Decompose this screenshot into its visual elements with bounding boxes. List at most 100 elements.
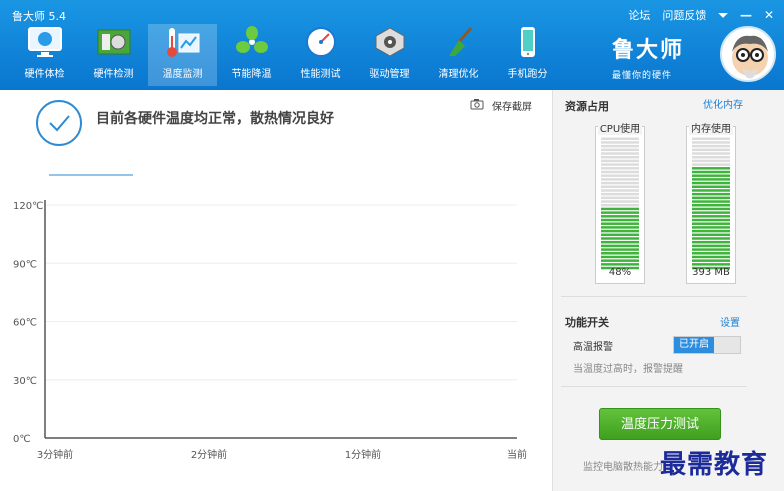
memory-bar-graph	[692, 137, 730, 270]
alarm-description: 当温度过高时，报警提醒	[573, 364, 683, 375]
meter-segment	[601, 218, 639, 222]
cpu-bar-graph	[601, 137, 639, 270]
tab-performance[interactable]: 性能测试	[286, 24, 355, 86]
tab-label: 驱动管理	[369, 69, 410, 80]
memory-meter: 内存使用	[686, 124, 736, 284]
feedback-link[interactable]: 问题反馈	[662, 7, 706, 23]
temperature-chart: 0℃ 30℃ 60℃ 90℃ 120℃ 3分钟前 2分钟前 1分钟前 当前	[13, 174, 527, 461]
meter-segment	[601, 240, 639, 244]
save-screenshot-button[interactable]: 保存截屏	[470, 98, 532, 113]
monitor-icon	[26, 25, 64, 59]
memory-value: 393 MB	[692, 267, 730, 278]
meter-segment	[692, 148, 730, 152]
meter-segment	[692, 218, 730, 222]
tab-driver[interactable]: 驱动管理	[355, 24, 424, 86]
meter-segment	[601, 152, 639, 155]
x-tick-label: 3分钟前	[37, 448, 73, 461]
tab-label: 性能测试	[300, 69, 341, 80]
title-bar: 鲁大师 5.4 论坛 问题反馈 ⏷ — ✕ 硬件体检 硬件检测 温度监测 节能降…	[0, 0, 784, 90]
meter-segment	[601, 174, 639, 177]
gauge-icon	[302, 25, 340, 59]
meter-segment	[692, 255, 730, 259]
meter-segment	[601, 229, 639, 233]
tab-temperature[interactable]: 温度监测	[148, 24, 217, 86]
y-tick-label: 30℃	[13, 376, 37, 387]
meter-segment	[692, 137, 730, 140]
meter-segment	[692, 167, 730, 170]
tab-energy-saving[interactable]: 节能降温	[217, 24, 286, 86]
meter-segment	[601, 207, 639, 211]
x-tick-label: 2分钟前	[191, 448, 227, 461]
settings-link[interactable]: 设置	[720, 314, 740, 329]
meter-segment	[692, 222, 730, 225]
camera-icon	[470, 98, 484, 113]
tab-clean[interactable]: 清理优化	[424, 24, 493, 86]
brand: 鲁大师 最懂你的硬件	[612, 32, 684, 81]
stress-test-button[interactable]: 温度压力测试	[599, 408, 721, 440]
meter-segment	[601, 244, 639, 248]
side-panel: 资源占用 优化内存 CPU使用 48% 内存使用 393 MB 功能开关 设置 …	[552, 90, 784, 491]
meter-segment	[601, 163, 639, 166]
meter-segment	[601, 178, 639, 181]
meter-segment	[601, 226, 639, 229]
tab-label: 硬件检测	[93, 69, 134, 80]
meter-segment	[601, 170, 639, 174]
meter-segment	[692, 259, 730, 262]
broom-icon	[440, 25, 478, 59]
meter-segment	[692, 207, 730, 211]
x-tick-label: 1分钟前	[345, 448, 381, 461]
meter-segment	[601, 259, 639, 262]
tab-label: 手机跑分	[507, 69, 548, 80]
features-title: 功能开关	[565, 316, 609, 329]
mascot-avatar[interactable]	[720, 26, 776, 82]
fan-icon	[233, 25, 271, 59]
divider	[561, 386, 747, 387]
forum-link[interactable]: 论坛	[628, 7, 650, 23]
meter-segment	[692, 237, 730, 240]
meter-segment	[692, 196, 730, 200]
cpu-meter: CPU使用	[595, 124, 645, 284]
meter-segment	[692, 170, 730, 174]
meter-segment	[692, 141, 730, 144]
save-screenshot-label: 保存截屏	[492, 102, 532, 113]
meter-segment	[692, 204, 730, 207]
temperature-panel: 目前各硬件温度均正常，散热情况良好 保存截屏 0℃ 30℃ 60℃ 90℃ 120℃ 3分…	[0, 90, 552, 491]
meter-segment	[692, 155, 730, 159]
alarm-toggle[interactable]: 已开启	[673, 336, 741, 354]
meter-segment	[692, 189, 730, 192]
tab-hardware-detect[interactable]: 硬件检测	[79, 24, 148, 86]
menu-icon[interactable]: ⏷	[718, 8, 728, 23]
meter-segment	[601, 192, 639, 196]
meter-segment	[601, 181, 639, 185]
watermark-text: 最需教育	[660, 450, 769, 480]
status-message: 目前各硬件温度均正常，散热情况良好	[96, 111, 334, 127]
y-tick-label: 90℃	[13, 259, 37, 270]
tab-hardware-checkup[interactable]: 硬件体检	[10, 24, 79, 86]
meter-segment	[601, 148, 639, 152]
minimize-icon[interactable]: —	[740, 8, 752, 22]
optimize-memory-link[interactable]: 优化内存	[703, 96, 743, 111]
phone-icon	[509, 25, 547, 59]
brand-name: 鲁大师	[612, 38, 685, 63]
meter-segment	[692, 200, 730, 203]
meter-segment	[601, 263, 639, 266]
close-icon[interactable]: ✕	[764, 8, 774, 22]
meter-segment	[692, 174, 730, 177]
cpu-value: 48%	[608, 267, 632, 278]
meter-segment	[692, 240, 730, 244]
meter-segment	[601, 196, 639, 200]
meter-segment	[601, 237, 639, 240]
meter-segment	[692, 215, 730, 218]
meter-segment	[601, 144, 639, 148]
meter-segment	[601, 159, 639, 163]
meter-segment	[601, 200, 639, 203]
meter-segment	[601, 222, 639, 225]
meter-segment	[601, 255, 639, 259]
tab-phone-bench[interactable]: 手机跑分	[493, 24, 562, 86]
meter-segment	[601, 137, 639, 140]
tab-label: 温度监测	[162, 69, 203, 80]
meter-segment	[601, 185, 639, 189]
tab-label: 清理优化	[438, 69, 479, 80]
tab-label: 硬件体检	[24, 69, 65, 80]
meter-segment	[601, 233, 639, 237]
